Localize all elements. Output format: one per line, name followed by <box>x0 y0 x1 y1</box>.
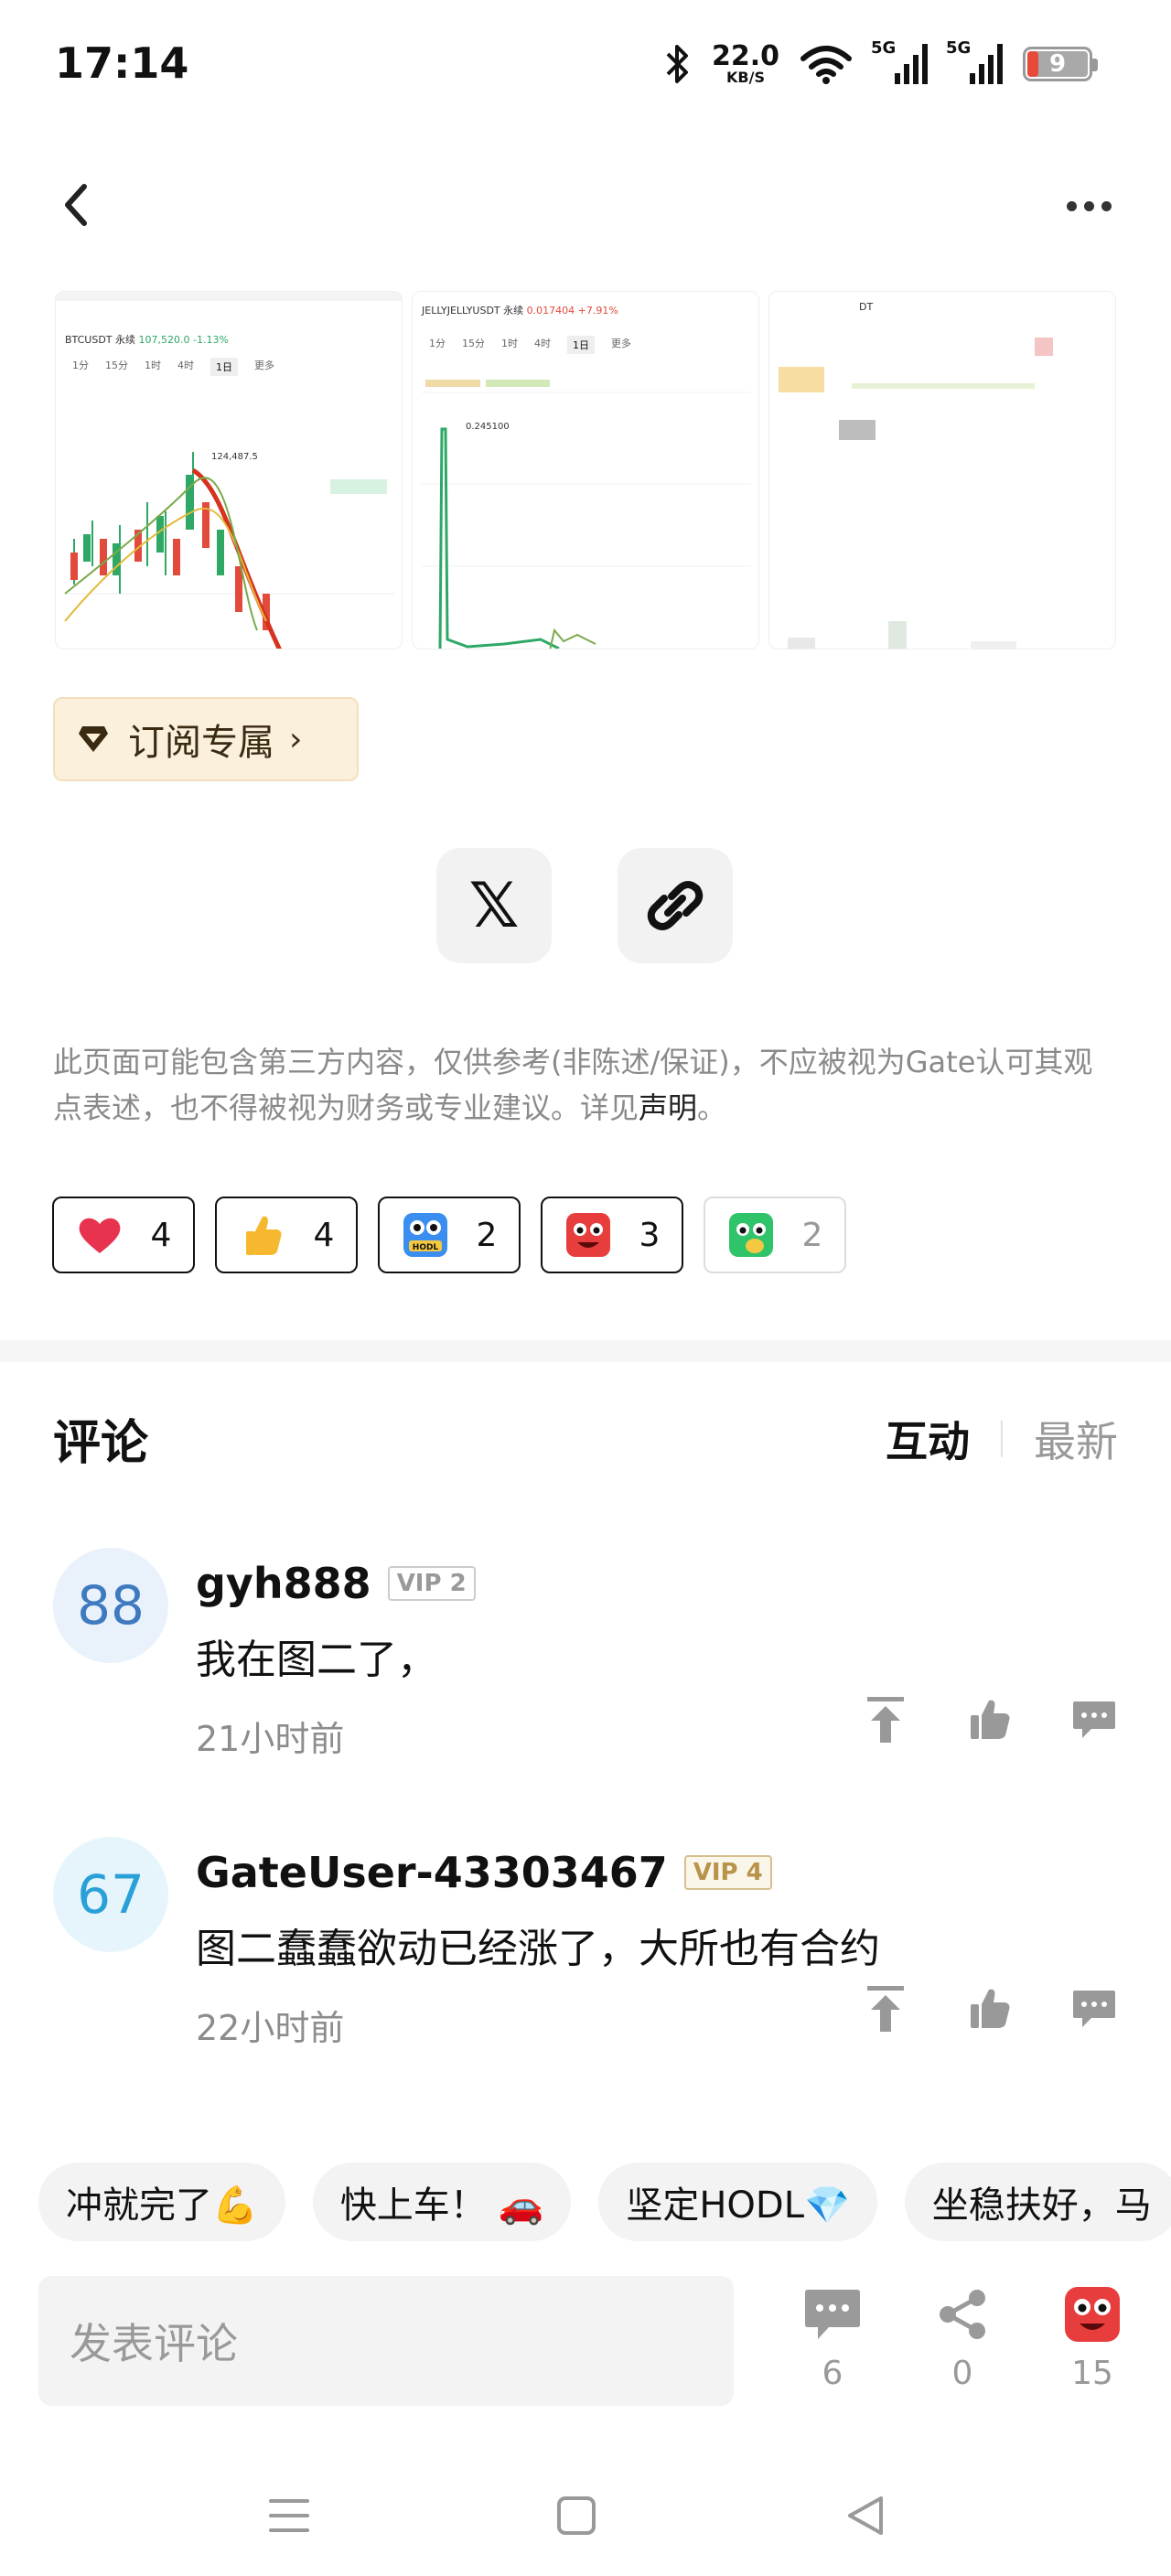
network-speed: 22.0 KB/S <box>711 40 779 86</box>
blurred-chart-graphic <box>779 338 1053 649</box>
chevron-right-icon: › <box>289 720 303 758</box>
avatar[interactable]: 88 <box>53 1548 168 1663</box>
chart-pair-label: JELLYJELLYUSDT 永续 0.017404 +7.91% <box>422 305 618 317</box>
vip-badge: VIP 4 <box>683 1855 772 1890</box>
link-icon <box>647 881 704 930</box>
comment-item: 88 gyh888 VIP 2 我在图二了， 21小时前 <box>53 1548 1118 1786</box>
tab-separator <box>1001 1421 1003 1457</box>
chart-price-marker: 0.245100 <box>466 422 510 432</box>
subscribe-exclusive-button[interactable]: 订阅专属 › <box>53 697 359 781</box>
menu-icon <box>269 2499 309 2532</box>
x-logo-icon: 𝕏 <box>468 869 520 942</box>
thumbs-up-icon <box>971 1989 1010 2028</box>
comment-text: 我在图二了， <box>196 1637 437 1683</box>
signal-sim1-icon: 5G <box>871 38 928 84</box>
comments-title: 评论 <box>53 1416 149 1471</box>
comment-time: 22小时前 <box>196 2008 345 2048</box>
chart-price-marker: 124,487.5 <box>211 452 258 462</box>
share-x-button[interactable]: 𝕏 <box>436 848 552 963</box>
svg-text:HODL: HODL <box>412 1243 438 1252</box>
thumbs-up-icon <box>971 1700 1010 1739</box>
chart-timeframes: 1分 15分 1时 4时 1日 更多 <box>429 336 631 354</box>
square-icon <box>557 2496 596 2535</box>
comment-author: GateUser-43303467 VIP 4 <box>196 1848 772 1897</box>
message-icon <box>1073 1991 1115 2027</box>
pin-top-button[interactable] <box>862 1985 909 2033</box>
comment-icon <box>805 2290 860 2339</box>
angry-face-icon <box>564 1211 612 1259</box>
reaction-heart[interactable]: 4 <box>52 1197 195 1273</box>
like-button[interactable] <box>966 1696 1014 1744</box>
reply-button[interactable] <box>1070 1696 1118 1744</box>
green-face-icon <box>727 1211 775 1259</box>
battery-icon: 9 <box>1023 47 1098 81</box>
reaction-angry-face[interactable]: 3 <box>541 1197 683 1273</box>
chart-image-2[interactable]: 0.245100 JELLYJELLYUSDT 永续 0.017404 +7.9… <box>412 291 759 649</box>
status-bar: 17:14 22.0 KB/S 5G 5G 9 <box>0 0 1171 128</box>
comment-item: 67 GateUser-43303467 VIP 4 图二蠢蠢欲动已经涨了，大所… <box>53 1837 1118 2075</box>
message-icon <box>1073 1701 1115 1738</box>
comments-count-button[interactable]: 6 <box>796 2281 869 2392</box>
bluetooth-icon <box>666 45 688 83</box>
chart-pair-label: BTCUSDT 永续 107,520.0 -1.13% <box>65 334 229 346</box>
wifi-icon <box>800 46 852 84</box>
nav-home-button[interactable] <box>549 2488 604 2543</box>
nav-menu-button[interactable] <box>262 2488 317 2543</box>
pin-to-top-icon <box>867 1986 904 2032</box>
chart-image-1[interactable]: 124,487.5 BTCUSDT 永续 107,520.0 -1.13% 1分… <box>55 291 403 649</box>
disclaimer-link[interactable]: 声明 <box>639 1090 697 1125</box>
thumbs-up-emoji-icon <box>239 1211 286 1259</box>
avatar[interactable]: 67 <box>53 1837 168 1952</box>
back-button[interactable] <box>55 174 101 238</box>
pin-to-top-icon <box>867 1697 904 1743</box>
reaction-thumbs-up[interactable]: 4 <box>215 1197 358 1273</box>
heart-icon <box>76 1211 124 1259</box>
reaction-green-face[interactable]: 2 <box>704 1197 846 1273</box>
comment-actions <box>862 1696 1118 1744</box>
comment-actions <box>862 1985 1118 2033</box>
quick-reply-chip[interactable]: 冲就完了💪 <box>38 2163 285 2241</box>
status-time: 17:14 <box>55 38 189 88</box>
comment-text: 图二蠢蠢欲动已经涨了，大所也有合约 <box>196 1926 880 1972</box>
chart-image-3[interactable]: DT <box>768 291 1116 649</box>
quick-reply-chip[interactable]: 快上车！ 🚗 <box>312 2163 572 2241</box>
reply-button[interactable] <box>1070 1985 1118 2033</box>
share-icon <box>940 2290 985 2339</box>
status-icons: 22.0 KB/S 5G 5G 9 <box>664 35 1098 93</box>
system-navigation-bar <box>0 2470 1171 2576</box>
more-options-button[interactable] <box>1052 183 1125 229</box>
tab-interactive[interactable]: 互动 <box>886 1409 970 1469</box>
triangle-back-icon <box>848 2496 883 2535</box>
comment-time: 21小时前 <box>196 1719 345 1759</box>
comment-sort-tabs: 互动 最新 <box>886 1409 1118 1469</box>
reaction-bar: 4 4 HODL 2 3 2 <box>52 1197 846 1273</box>
chart-timeframes: 1分 15分 1时 4时 1日 更多 <box>72 358 274 376</box>
chart-pair-label: DT <box>859 301 874 313</box>
pin-top-button[interactable] <box>862 1696 909 1744</box>
copy-link-button[interactable] <box>618 848 733 963</box>
post-image-gallery: 124,487.5 BTCUSDT 永续 107,520.0 -1.13% 1分… <box>55 291 1121 649</box>
quick-reply-chips: 冲就完了💪 快上车！ 🚗 坚定HODL💎 坐稳扶好，马 <box>38 2163 1171 2241</box>
comment-input[interactable]: 发表评论 <box>38 2276 734 2406</box>
quick-reply-chip[interactable]: 坚定HODL💎 <box>598 2163 877 2241</box>
tab-latest[interactable]: 最新 <box>1034 1409 1118 1469</box>
comment-author: gyh888 VIP 2 <box>196 1559 476 1608</box>
reaction-hodl[interactable]: HODL 2 <box>378 1197 521 1273</box>
section-divider <box>0 1340 1171 1362</box>
nav-back-button[interactable] <box>838 2488 893 2543</box>
chevron-left-icon <box>65 184 87 226</box>
like-button[interactable] <box>966 1985 1014 2033</box>
signal-sim2-icon: 5G <box>946 38 1003 84</box>
more-icon <box>1066 200 1077 211</box>
quick-reply-chip[interactable]: 坐稳扶好，马 <box>904 2163 1171 2241</box>
vip-badge: VIP 2 <box>387 1566 476 1601</box>
reaction-count-button[interactable]: 15 <box>1056 2281 1129 2392</box>
hodl-owl-icon: HODL <box>402 1211 449 1259</box>
angry-face-icon <box>1065 2287 1120 2342</box>
diamond-icon <box>79 726 108 752</box>
share-count-button[interactable]: 0 <box>926 2281 999 2392</box>
disclaimer-text: 此页面可能包含第三方内容，仅供参考(非陈述/保证)，不应被视为Gate认可其观点… <box>53 1045 1093 1125</box>
